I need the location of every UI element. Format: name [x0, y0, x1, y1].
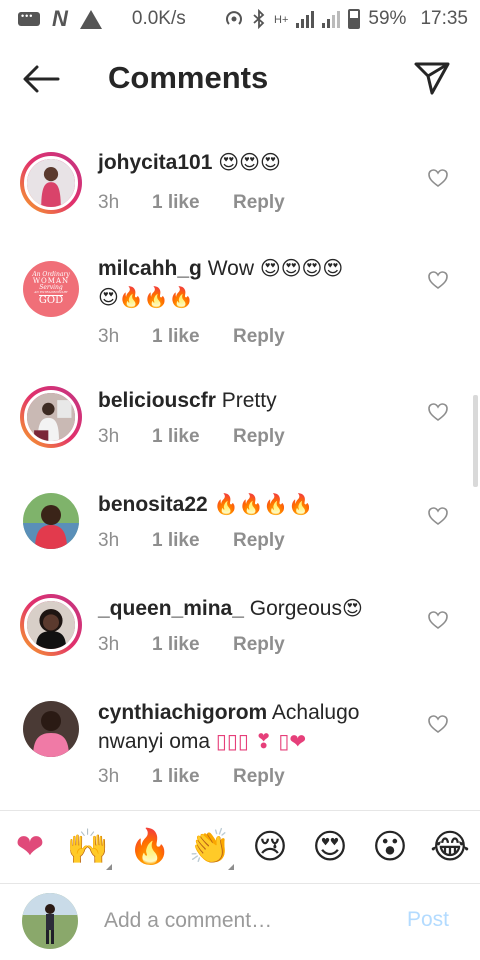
- comment-time: 3h: [98, 530, 120, 551]
- post-button[interactable]: Post: [407, 908, 449, 932]
- avatar[interactable]: An Ordinary WOMAN Serving AN EXTRAORDINA…: [20, 258, 82, 320]
- reply-button[interactable]: Reply: [233, 634, 285, 656]
- comment-likes[interactable]: 1 like: [152, 766, 233, 788]
- heart-outline-icon[interactable]: [427, 610, 449, 630]
- comment-emojis: 😍😍😍😍: [259, 256, 344, 280]
- comment-text: milcahh_g Wow 😍😍😍😍 😍🔥🔥🔥: [98, 254, 398, 312]
- avatar-logo: An Ordinary WOMAN Serving AN EXTRAORDINA…: [23, 261, 79, 317]
- comment-time: 3h: [98, 426, 120, 447]
- hotspot-icon: [226, 11, 242, 25]
- bluetooth-icon: [253, 9, 265, 29]
- emoji-sad-button[interactable]: 😢: [248, 824, 292, 870]
- comment-time: 3h: [98, 326, 120, 347]
- send-icon[interactable]: [412, 60, 452, 96]
- comment-message: Gorgeous: [249, 597, 342, 620]
- comment-input[interactable]: [104, 902, 394, 940]
- avatar[interactable]: [20, 490, 82, 552]
- heart-outline-icon[interactable]: [427, 506, 449, 526]
- comment-text: benosita22 🔥🔥🔥🔥: [98, 490, 398, 519]
- comment-username[interactable]: _queen_mina_: [98, 597, 244, 620]
- heart-outline-icon[interactable]: [427, 168, 449, 188]
- comment-list[interactable]: johycita101 😍😍😍 3h 1 like Reply An Ordin…: [0, 130, 480, 808]
- comment-likes[interactable]: 1 like: [152, 634, 233, 656]
- comment-meta: 3h 1 like Reply: [98, 634, 285, 656]
- comment-text: _queen_mina_ Gorgeous😍: [98, 594, 398, 623]
- comment-message: Pretty: [221, 389, 277, 412]
- comment-emojis: ▯▯▯ ❣ ▯❤: [215, 729, 307, 753]
- emoji-heart-button[interactable]: ❤: [8, 824, 52, 870]
- comment-emojis: 😍: [341, 596, 363, 620]
- comment-time: 3h: [98, 634, 120, 655]
- comment-username[interactable]: milcahh_g: [98, 257, 202, 280]
- comment-emojis: 🔥🔥🔥🔥: [213, 492, 314, 516]
- comment-emojis: 😍😍😍: [218, 150, 281, 174]
- avatar[interactable]: [20, 594, 82, 656]
- user-photo: [27, 601, 75, 649]
- reply-button[interactable]: Reply: [233, 192, 285, 214]
- comment-username[interactable]: benosita22: [98, 493, 208, 516]
- comment-text: cynthiachigorom Achalugo nwanyi oma ▯▯▯ …: [98, 698, 398, 756]
- user-photo: [27, 159, 75, 207]
- comment-likes[interactable]: 1 like: [152, 192, 233, 214]
- signal-icon-2: [322, 10, 341, 28]
- page-title: Comments: [108, 60, 269, 95]
- comment-meta: 3h 1 like Reply: [98, 192, 285, 214]
- divider: [0, 810, 480, 811]
- emoji-raised-hands-button[interactable]: 🙌: [66, 824, 112, 870]
- comment-likes[interactable]: 1 like: [152, 426, 233, 448]
- comment-message: Wow: [207, 257, 255, 280]
- n-notification-icon: N: [52, 6, 68, 31]
- comment-meta: 3h 1 like Reply: [98, 426, 285, 448]
- comment-username[interactable]: beliciouscfr: [98, 389, 216, 412]
- emoji-clap-button[interactable]: 👏: [188, 824, 234, 870]
- my-avatar[interactable]: [22, 893, 78, 949]
- header: Comments: [0, 38, 480, 122]
- emoji-fire-button[interactable]: 🔥: [128, 824, 172, 870]
- battery-icon: [348, 9, 361, 29]
- reply-button[interactable]: Reply: [233, 326, 285, 348]
- comment-text: beliciouscfr Pretty: [98, 386, 398, 415]
- comment-time: 3h: [98, 192, 120, 213]
- user-photo: [22, 893, 78, 949]
- back-arrow-icon[interactable]: [22, 64, 60, 94]
- avatar[interactable]: [20, 698, 82, 760]
- heart-outline-icon[interactable]: [427, 402, 449, 422]
- clock: 17:35: [420, 8, 468, 29]
- signal-icon: [296, 10, 315, 28]
- comment-meta: 3h 1 like Reply: [98, 326, 285, 348]
- user-photo: [23, 701, 79, 757]
- comment-username[interactable]: johycita101: [98, 151, 212, 174]
- warning-icon: [79, 9, 102, 29]
- emoji-laughing-button[interactable]: 😂: [428, 824, 472, 870]
- comment-likes[interactable]: 1 like: [152, 326, 233, 348]
- user-photo: [27, 393, 75, 441]
- comment-likes[interactable]: 1 like: [152, 530, 233, 552]
- avatar[interactable]: [20, 386, 82, 448]
- emoji-surprised-button[interactable]: 😮: [368, 824, 412, 870]
- network-speed: 0.0K/s: [131, 8, 186, 29]
- quick-emoji-bar: ❤ 🙌 🔥 👏 😢 😍 😮 😂: [0, 812, 480, 882]
- comment-input-bar: Post: [0, 884, 480, 960]
- reply-button[interactable]: Reply: [233, 766, 285, 788]
- battery-level: 59%: [368, 8, 407, 29]
- emoji-heart-eyes-button[interactable]: 😍: [308, 824, 352, 870]
- heart-outline-icon[interactable]: [427, 714, 449, 734]
- comment-meta: 3h 1 like Reply: [98, 766, 285, 788]
- status-bar: N 0.0K/s H+ 59% 17:35: [0, 0, 480, 38]
- comment-time: 3h: [98, 766, 120, 787]
- comment-meta: 3h 1 like Reply: [98, 530, 285, 552]
- comment-text: johycita101 😍😍😍: [98, 148, 398, 177]
- message-notification-icon: [18, 11, 40, 26]
- reply-button[interactable]: Reply: [233, 530, 285, 552]
- reply-button[interactable]: Reply: [233, 426, 285, 448]
- comment-username[interactable]: cynthiachigorom: [98, 701, 267, 724]
- heart-outline-icon[interactable]: [427, 270, 449, 290]
- user-photo: [23, 493, 79, 549]
- scrollbar[interactable]: [473, 395, 478, 487]
- network-type: H+: [274, 14, 289, 26]
- avatar[interactable]: [20, 152, 82, 214]
- comment-emojis-line2: 😍🔥🔥🔥: [98, 285, 194, 309]
